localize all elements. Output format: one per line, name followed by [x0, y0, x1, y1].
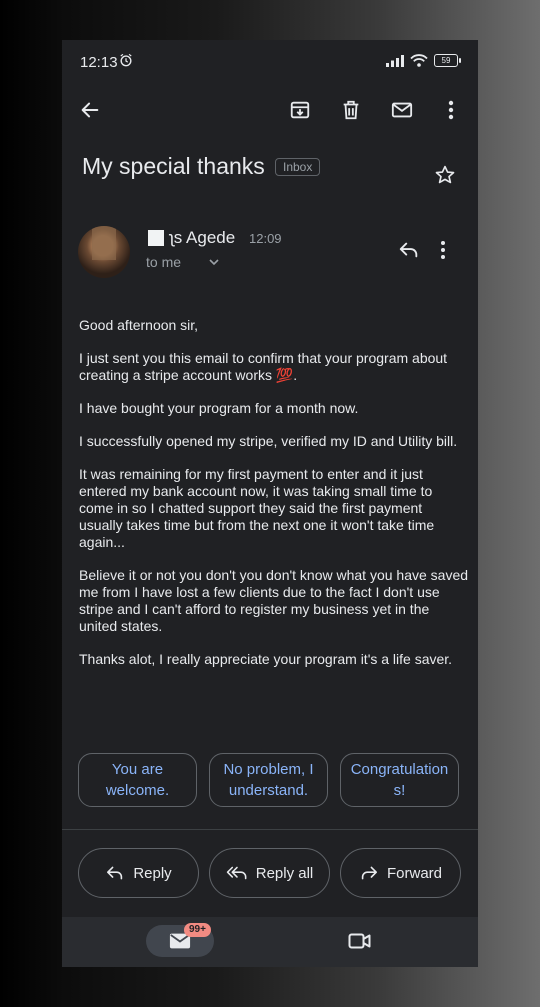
alarm-icon: [120, 53, 132, 67]
signal-icon: [386, 54, 404, 67]
star-icon[interactable]: [434, 164, 456, 186]
email-toolbar: [62, 90, 478, 130]
reply-icon: [107, 866, 123, 880]
subject-row: My special thanks Inbox: [82, 150, 462, 190]
forward-button[interactable]: Forward: [340, 848, 461, 898]
reply-all-button[interactable]: Reply all: [209, 848, 330, 898]
chevron-down-icon[interactable]: [208, 256, 220, 268]
smart-reply-button[interactable]: Congratulations!: [340, 753, 459, 807]
smart-reply-button[interactable]: No problem, I understand.: [209, 753, 328, 807]
smart-replies: You are welcome. No problem, I understan…: [78, 753, 462, 809]
forward-label: Forward: [386, 864, 442, 882]
mark-unread-icon[interactable]: [388, 96, 416, 124]
body-paragraph: Thanks alot, I really appreciate your pr…: [79, 651, 453, 667]
body-paragraph: I successfully opened my stripe, verifie…: [79, 433, 458, 449]
status-bar: 12:13 59: [62, 40, 478, 84]
body-paragraph: It was remaining for my first payment to…: [79, 466, 435, 550]
more-vert-icon[interactable]: [437, 96, 465, 124]
video-icon[interactable]: [348, 931, 372, 951]
reply-button[interactable]: Reply: [78, 848, 199, 898]
sender-row: ʅs Agede 12:09 to me: [78, 226, 468, 282]
more-vert-icon[interactable]: [440, 240, 446, 260]
back-arrow-icon[interactable]: [76, 96, 104, 124]
bottom-nav: 99+: [62, 917, 478, 967]
inbox-label[interactable]: Inbox: [275, 158, 321, 176]
phone-screen: 12:13 59 My special thanks Inbox ʅs Aged…: [62, 40, 478, 967]
battery-icon: 59: [434, 54, 461, 67]
body-paragraph: Good afternoon sir,: [79, 317, 199, 333]
wifi-icon: [410, 54, 428, 67]
unread-badge: 99+: [184, 923, 211, 937]
sender-name: ʅs Agede: [170, 228, 236, 247]
status-icons: 59: [386, 54, 461, 67]
avatar-blur: [92, 226, 116, 260]
forward-icon: [361, 866, 377, 880]
reply-icon[interactable]: [398, 240, 420, 260]
body-paragraph: Believe it or not you don't you don't kn…: [79, 567, 469, 634]
reply-all-label: Reply all: [255, 864, 314, 882]
reply-label: Reply: [133, 864, 172, 882]
email-subject: My special thanks: [82, 153, 265, 179]
body-paragraph: I have bought your program for a month n…: [79, 400, 359, 416]
status-time: 12:13: [80, 54, 118, 71]
divider: [62, 829, 478, 830]
archive-icon[interactable]: [286, 96, 314, 124]
avatar[interactable]: [78, 226, 130, 278]
smart-reply-button[interactable]: You are welcome.: [78, 753, 197, 807]
recipient-label[interactable]: to me: [146, 254, 181, 270]
reply-all-icon: [226, 866, 247, 880]
email-time: 12:09: [249, 231, 282, 246]
delete-icon[interactable]: [337, 96, 365, 124]
email-body: Good afternoon sir, I just sent you this…: [79, 317, 469, 684]
action-row: Reply Reply all Forward: [78, 848, 462, 900]
sender-redaction: [148, 230, 164, 246]
body-paragraph: I just sent you this email to confirm th…: [79, 350, 448, 383]
